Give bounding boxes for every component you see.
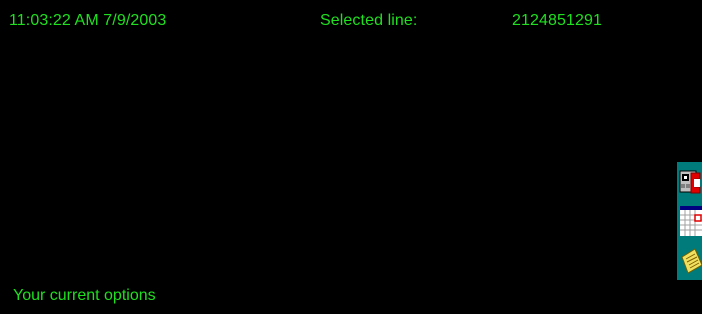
phone-display-screen: 11:03:22 AM 7/9/2003 Selected line: 2124… (0, 0, 702, 314)
clock-datetime: 11:03:22 AM 7/9/2003 (9, 12, 167, 29)
phone-button[interactable] (679, 165, 702, 199)
phone-icon (679, 170, 701, 194)
calendar-button[interactable] (679, 204, 702, 238)
calendar-icon (680, 206, 702, 236)
current-options-label: Your current options (13, 287, 156, 304)
selected-line-value: 2124851291 (512, 12, 602, 29)
notepad-icon (681, 248, 702, 274)
notepad-button[interactable] (679, 243, 702, 277)
selected-line-label: Selected line: (320, 12, 418, 29)
